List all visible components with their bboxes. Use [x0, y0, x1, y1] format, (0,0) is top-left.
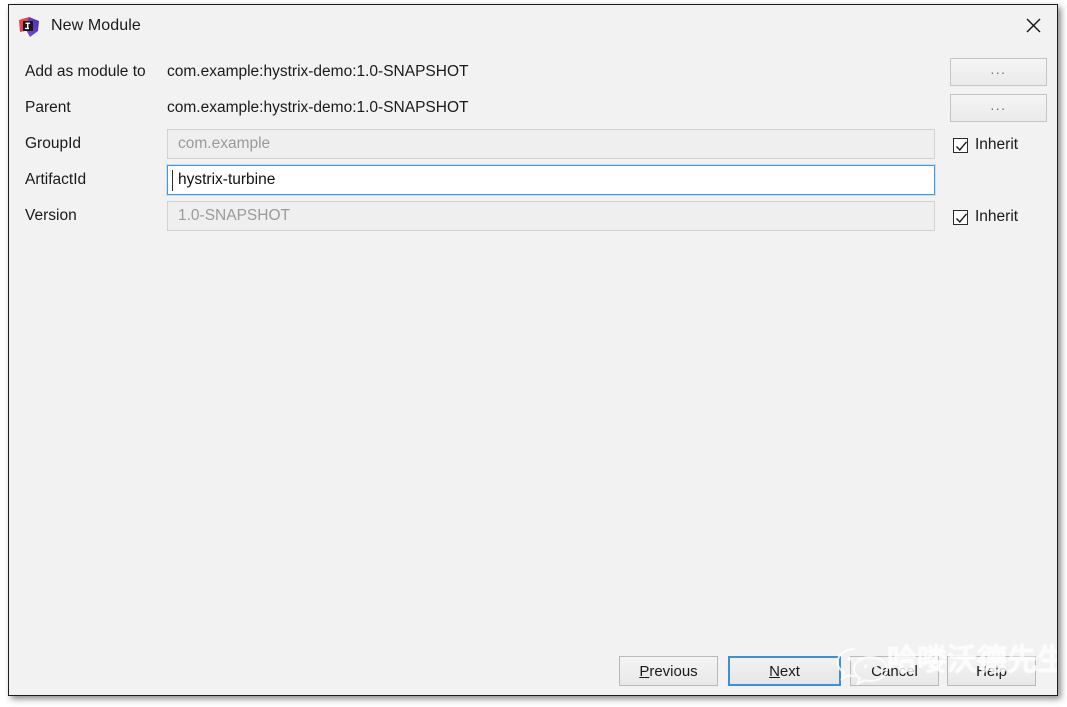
checkbox-checked-icon	[953, 209, 968, 225]
previous-mnemonic: P	[639, 662, 650, 680]
label-groupid: GroupId	[25, 135, 82, 152]
cancel-button[interactable]: Cancel	[850, 656, 939, 686]
intellij-idea-icon	[18, 16, 40, 38]
inherit-checkbox-groupid[interactable]: Inherit	[953, 136, 1018, 154]
browse-button-add-as-module-to[interactable]: ...	[950, 58, 1047, 86]
next-button[interactable]: Next	[728, 656, 841, 686]
help-button-label: Help	[976, 662, 1007, 680]
label-parent: Parent	[25, 99, 71, 116]
checkbox-checked-icon	[953, 137, 968, 153]
browse-button-parent[interactable]: ...	[950, 94, 1047, 122]
artifactid-input-value: hystrix-turbine	[178, 171, 276, 188]
label-add-as-module-to: Add as module to	[25, 63, 146, 80]
previous-button-label-rest: revious	[649, 662, 698, 680]
label-version: Version	[25, 207, 77, 224]
groupid-input[interactable]: com.example	[167, 129, 935, 159]
next-button-label-rest: ext	[779, 662, 800, 680]
row-parent: Parent com.example:hystrix-demo:1.0-SNAP…	[9, 91, 1057, 127]
label-artifactid: ArtifactId	[25, 171, 87, 188]
inherit-label-version: Inherit	[975, 208, 1019, 225]
previous-button[interactable]: Previous	[619, 656, 718, 686]
close-icon[interactable]	[1009, 5, 1057, 45]
version-input[interactable]: 1.0-SNAPSHOT	[167, 201, 935, 231]
inherit-label-groupid: Inherit	[975, 136, 1019, 153]
ellipsis-icon: ...	[990, 61, 1007, 77]
inherit-checkbox-version[interactable]: Inherit	[953, 208, 1018, 226]
next-mnemonic: N	[769, 662, 780, 680]
window-title: New Module	[51, 17, 141, 34]
artifactid-input[interactable]: hystrix-turbine	[167, 165, 935, 195]
new-module-dialog: New Module Add as module to com.example:…	[8, 4, 1058, 696]
ellipsis-icon: ...	[990, 97, 1007, 113]
cancel-button-label: Cancel	[871, 662, 918, 680]
row-add-as-module-to: Add as module to com.example:hystrix-dem…	[9, 55, 1057, 91]
row-artifactid: ArtifactId hystrix-turbine	[9, 163, 1057, 199]
value-add-as-module-to: com.example:hystrix-demo:1.0-SNAPSHOT	[167, 63, 469, 80]
row-version: Version 1.0-SNAPSHOT Inherit	[9, 199, 1057, 235]
text-caret	[172, 170, 173, 191]
row-groupid: GroupId com.example Inherit	[9, 127, 1057, 163]
value-parent: com.example:hystrix-demo:1.0-SNAPSHOT	[167, 99, 469, 116]
title-bar: New Module	[9, 5, 1057, 47]
help-button[interactable]: Help	[947, 656, 1036, 686]
